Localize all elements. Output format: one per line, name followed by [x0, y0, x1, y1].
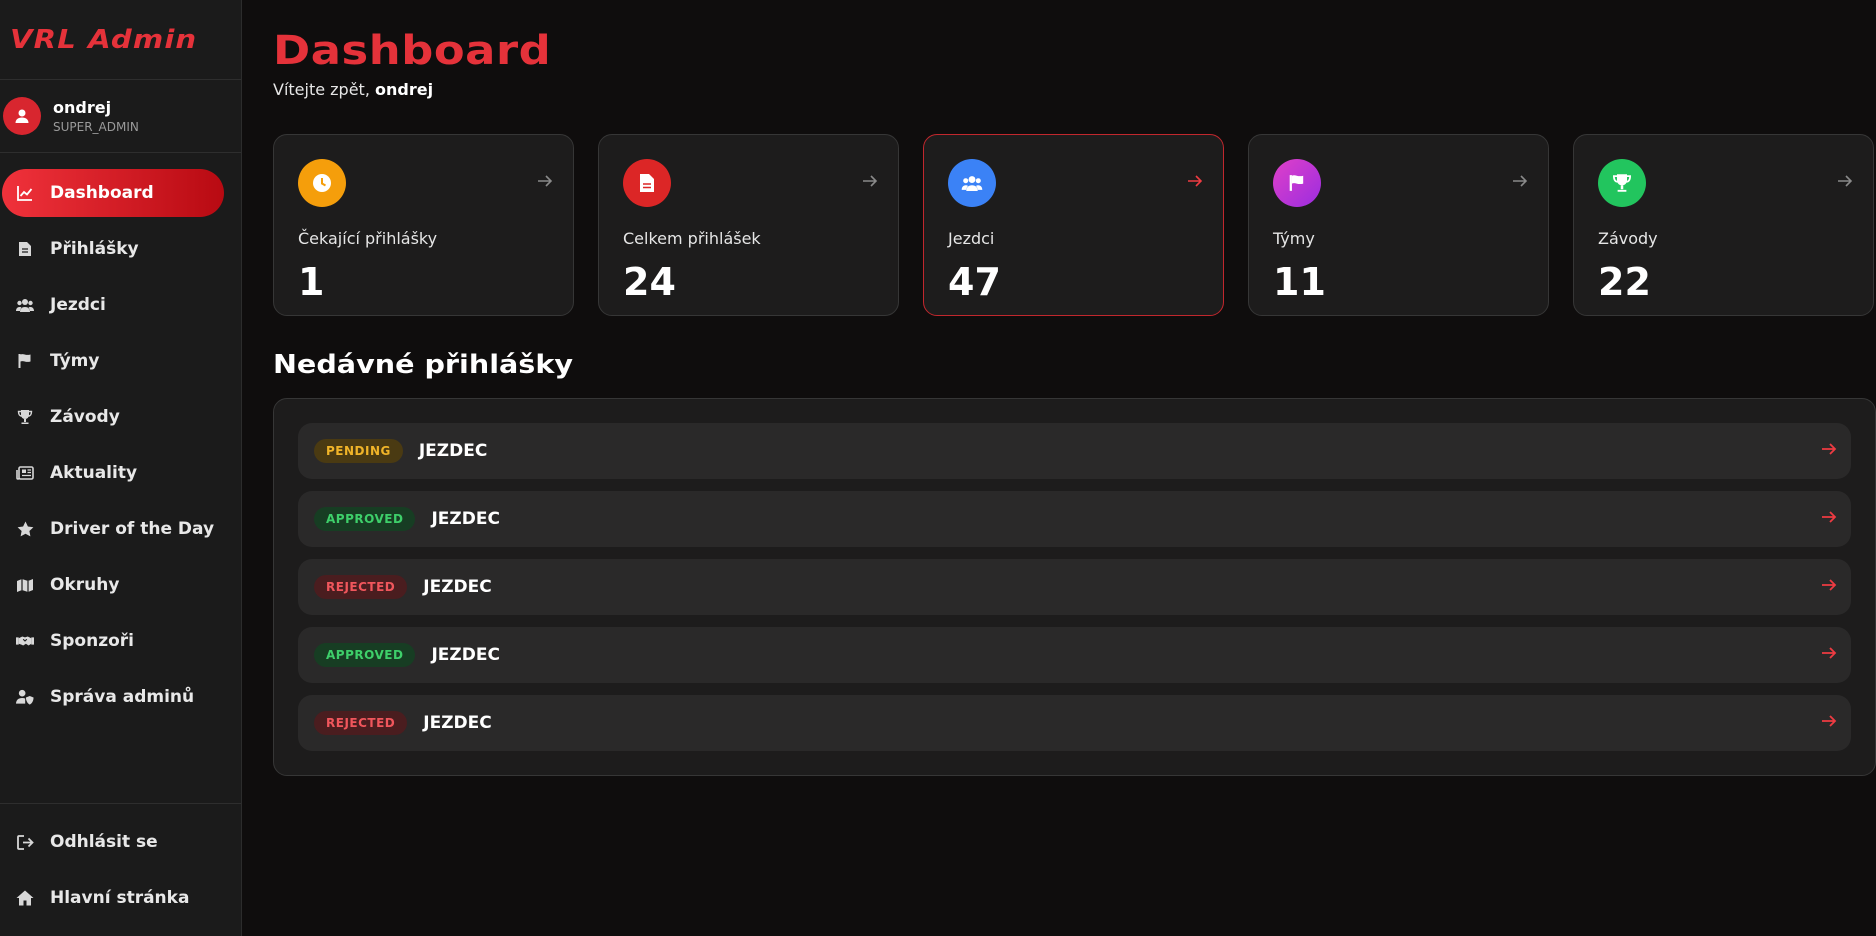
- sidebar-item-label: Jezdci: [50, 295, 106, 315]
- status-badge: PENDING: [314, 439, 403, 463]
- recent-applications-title: Nedávné přihlášky: [273, 350, 574, 380]
- applicant-name: JEZDEC: [423, 577, 492, 597]
- document-icon: [16, 240, 34, 258]
- sidebar-nav: Dashboard Přihlášky Jezdci Týmy Závody A…: [0, 153, 241, 721]
- arrow-right-icon: [1821, 645, 1837, 664]
- sidebar-item-okruhy[interactable]: Okruhy: [2, 561, 224, 609]
- page-title: Dashboard: [273, 28, 552, 74]
- status-badge: APPROVED: [314, 643, 416, 667]
- sidebar-item-label: Přihlášky: [50, 239, 139, 259]
- logout-button[interactable]: Odhlásit se: [2, 818, 224, 866]
- sidebar-item-jezdci[interactable]: Jezdci: [2, 281, 224, 329]
- sidebar: VRL Admin ondrej SUPER_ADMIN Dashboard P…: [0, 0, 242, 936]
- arrow-right-icon: [1187, 173, 1203, 192]
- stat-label: Čekající přihlášky: [298, 229, 438, 248]
- list-item[interactable]: REJECTED JEZDEC: [298, 695, 1851, 751]
- arrow-right-icon: [1821, 577, 1837, 596]
- stat-card-total[interactable]: Celkem přihlášek 24: [598, 134, 899, 316]
- sidebar-item-tymy[interactable]: Týmy: [2, 337, 224, 385]
- arrow-right-icon: [1821, 713, 1837, 732]
- sidebar-item-sponzori[interactable]: Sponzoři: [2, 617, 224, 665]
- sidebar-item-label: Správa adminů: [50, 687, 195, 707]
- avatar: [3, 97, 41, 135]
- trophy-icon: [1598, 159, 1646, 207]
- user-name: ondrej: [53, 98, 112, 117]
- sidebar-item-dashboard[interactable]: Dashboard: [2, 169, 224, 217]
- applicant-name: JEZDEC: [431, 645, 500, 665]
- arrow-right-icon: [537, 173, 553, 192]
- user-icon: [15, 109, 29, 123]
- users-icon: [948, 159, 996, 207]
- sidebar-item-label: Dashboard: [50, 183, 154, 203]
- stat-label: Jezdci: [948, 229, 995, 248]
- brand-logo[interactable]: VRL Admin: [10, 25, 197, 55]
- star-icon: [16, 520, 34, 538]
- home-link[interactable]: Hlavní stránka: [2, 874, 224, 922]
- sidebar-item-label: Odhlásit se: [50, 832, 158, 852]
- recent-applications-panel: PENDING JEZDEC APPROVED JEZDEC REJECTED …: [273, 398, 1876, 776]
- arrow-right-icon: [1837, 173, 1853, 192]
- applicant-name: JEZDEC: [431, 509, 500, 529]
- newspaper-icon: [16, 464, 34, 482]
- stat-card-pending[interactable]: Čekající přihlášky 1: [273, 134, 574, 316]
- user-role: SUPER_ADMIN: [53, 120, 139, 134]
- welcome-user: ondrej: [375, 80, 434, 99]
- sidebar-item-sprava-adminu[interactable]: Správa adminů: [2, 673, 224, 721]
- sidebar-item-aktuality[interactable]: Aktuality: [2, 449, 224, 497]
- trophy-icon: [16, 408, 34, 426]
- document-icon: [623, 159, 671, 207]
- sidebar-item-zavody[interactable]: Závody: [2, 393, 224, 441]
- stat-value: 22: [1598, 260, 1651, 304]
- stat-label: Týmy: [1273, 229, 1315, 248]
- stat-value: 11: [1273, 260, 1326, 304]
- users-icon: [16, 296, 34, 314]
- status-badge: APPROVED: [314, 507, 416, 531]
- welcome-text: Vítejte zpět, ondrej: [273, 80, 1876, 99]
- sidebar-item-label: Závody: [50, 407, 120, 427]
- status-badge: REJECTED: [314, 575, 408, 599]
- stats-cards: Čekající přihlášky 1 Celkem přihlášek 24…: [273, 134, 1876, 316]
- sidebar-item-label: Driver of the Day: [50, 519, 215, 539]
- sidebar-item-label: Okruhy: [50, 575, 120, 595]
- sidebar-item-label: Aktuality: [50, 463, 138, 483]
- map-icon: [16, 576, 34, 594]
- list-item[interactable]: REJECTED JEZDEC: [298, 559, 1851, 615]
- arrow-right-icon: [1821, 441, 1837, 460]
- stat-value: 1: [298, 260, 325, 304]
- user-shield-icon: [16, 688, 34, 706]
- stat-label: Závody: [1598, 229, 1658, 248]
- list-item[interactable]: PENDING JEZDEC: [298, 423, 1851, 479]
- flag-icon: [1273, 159, 1321, 207]
- welcome-prefix: Vítejte zpět,: [273, 80, 370, 99]
- stat-label: Celkem přihlášek: [623, 229, 761, 248]
- home-icon: [16, 889, 34, 907]
- stat-card-drivers[interactable]: Jezdci 47: [923, 134, 1224, 316]
- sidebar-item-label: Týmy: [50, 351, 100, 371]
- logout-icon: [16, 833, 34, 851]
- sidebar-item-label: Sponzoři: [50, 631, 134, 651]
- chart-line-icon: [16, 184, 34, 202]
- arrow-right-icon: [862, 173, 878, 192]
- brand: VRL Admin: [0, 0, 241, 80]
- applicant-name: JEZDEC: [418, 441, 488, 461]
- sidebar-item-driver-of-the-day[interactable]: Driver of the Day: [2, 505, 224, 553]
- handshake-icon: [16, 632, 34, 650]
- list-item[interactable]: APPROVED JEZDEC: [298, 627, 1851, 683]
- sidebar-item-prihlasky[interactable]: Přihlášky: [2, 225, 224, 273]
- sidebar-item-label: Hlavní stránka: [50, 888, 190, 908]
- status-badge: REJECTED: [314, 711, 408, 735]
- stat-card-teams[interactable]: Týmy 11: [1248, 134, 1549, 316]
- list-item[interactable]: APPROVED JEZDEC: [298, 491, 1851, 547]
- stat-value: 24: [623, 260, 676, 304]
- stat-card-races[interactable]: Závody 22: [1573, 134, 1874, 316]
- main-content: Dashboard Vítejte zpět, ondrej Čekající …: [273, 0, 1876, 776]
- flag-icon: [16, 352, 34, 370]
- sidebar-bottom: Odhlásit se Hlavní stránka: [0, 803, 241, 936]
- user-profile: ondrej SUPER_ADMIN: [0, 80, 241, 153]
- arrow-right-icon: [1512, 173, 1528, 192]
- applicant-name: JEZDEC: [423, 713, 492, 733]
- stat-value: 47: [948, 260, 1001, 304]
- clock-icon: [298, 159, 346, 207]
- arrow-right-icon: [1821, 509, 1837, 528]
